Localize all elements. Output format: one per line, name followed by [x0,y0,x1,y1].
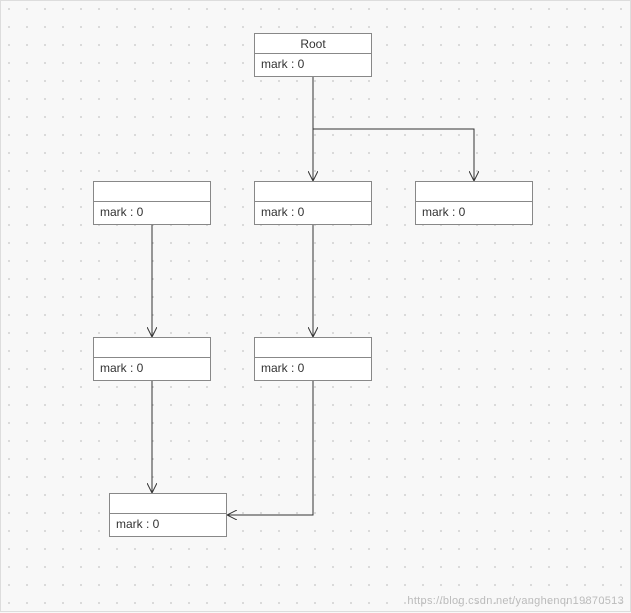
node-root: Root mark : 0 [254,33,372,77]
node-right1: mark : 0 [415,181,533,225]
node-bottom: mark : 0 [109,493,227,537]
edge-root-right1 [313,129,474,180]
node-title [255,338,371,358]
node-label: mark : 0 [110,514,226,536]
node-title [110,494,226,514]
node-center1: mark : 0 [254,181,372,225]
node-label: mark : 0 [94,358,210,380]
edge-center2-bottom [228,381,313,515]
node-label: mark : 0 [255,54,371,76]
node-label: mark : 0 [94,202,210,224]
watermark: https://blog.csdn.net/yanghenqn19870513 [407,595,624,607]
node-title [255,182,371,202]
node-title [416,182,532,202]
node-label: mark : 0 [255,202,371,224]
diagram-edges [1,1,631,613]
node-label: mark : 0 [255,358,371,380]
node-center2: mark : 0 [254,337,372,381]
node-label: mark : 0 [416,202,532,224]
node-left1: mark : 0 [93,181,211,225]
node-left2: mark : 0 [93,337,211,381]
node-title: Root [255,34,371,54]
node-title [94,182,210,202]
node-title [94,338,210,358]
